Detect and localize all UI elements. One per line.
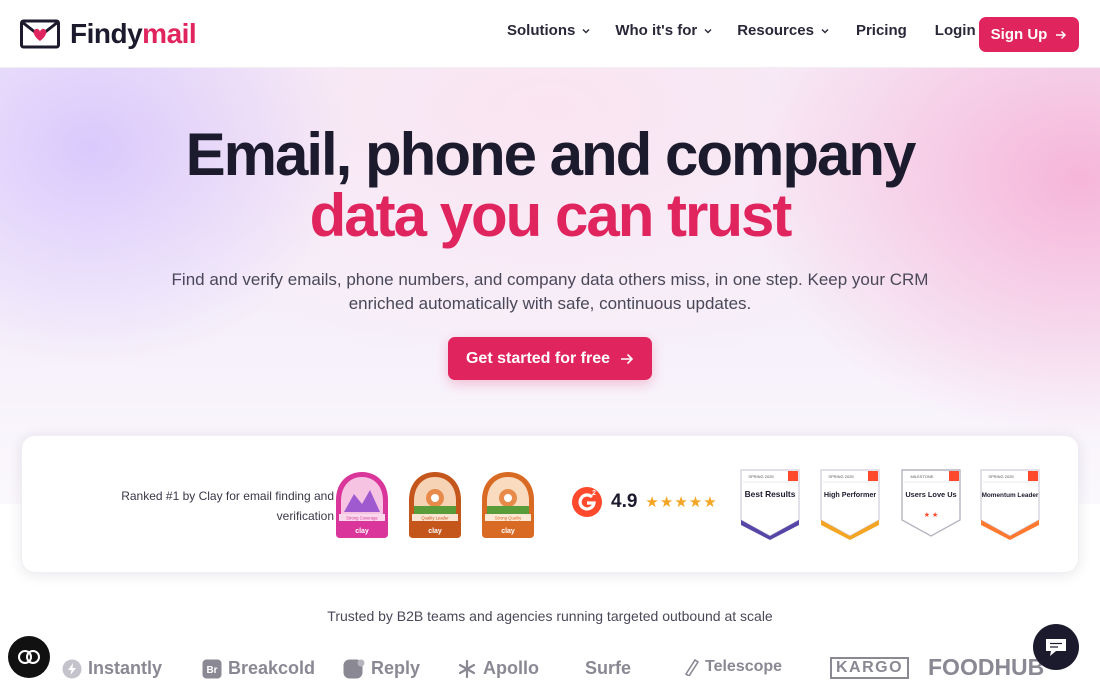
envelope-heart-icon [20, 19, 60, 49]
hero-title-line1: Email, phone and company [185, 121, 917, 188]
logo[interactable]: Findymail [20, 18, 197, 50]
chevron-down-icon [821, 28, 829, 33]
clay-badge-label: Strong Coverage [346, 516, 378, 521]
g2-badge-season: SPRING 2025 [828, 474, 854, 479]
g2-rating: 2 4.9 ★★★★★ [571, 486, 718, 518]
main-nav: Solutions Who it's for Resources Pricing… [507, 22, 976, 39]
brand-breakcold: Br Breakcold [202, 658, 315, 679]
hero-title-line2: data you can trust [309, 182, 793, 249]
accessibility-icon [18, 650, 40, 664]
brand-kargo: KARGO [830, 657, 910, 679]
signup-label: Sign Up [990, 26, 1048, 43]
brand-name: Apollo [483, 658, 539, 678]
site-header: Findymail Solutions Who it's for Resourc… [0, 0, 1100, 68]
g2-badge-users-love-us: MILESTONE Users Love Us ★ ★ [901, 469, 961, 537]
brand-name: FOODHUB [928, 654, 1045, 680]
chevron-down-icon [582, 28, 590, 33]
g2-badge-momentum-leader: SPRING 2025 Momentum Leader [980, 469, 1040, 540]
ranking-text: Ranked #1 by Clay for email finding and … [121, 489, 334, 523]
nav-solutions[interactable]: Solutions [507, 22, 591, 39]
brand-reply: Reply [343, 658, 420, 679]
logo-text-accent: mail [142, 18, 197, 49]
hero-subtitle: Find and verify emails, phone numbers, a… [171, 270, 929, 313]
nav-who-its-for-label: Who it's for [615, 22, 698, 39]
brand-name: Surfe [585, 658, 632, 678]
ranking-card: Ranked #1 by Clay for email finding and … [21, 435, 1079, 573]
g2-badge-title: Best Results [745, 489, 796, 499]
brand-name: Reply [371, 658, 421, 678]
g2-badge-high-performer: SPRING 2025 High Performer [820, 469, 880, 540]
bubble-icon [343, 659, 365, 678]
nav-login[interactable]: Login [935, 22, 976, 39]
chevron-down-icon [704, 28, 712, 33]
g2-badge-title: Momentum Leader [982, 492, 1039, 499]
nav-login-label: Login [934, 22, 976, 39]
brand-logos: Instantly Br Breakcold Reply Apollo Surf… [0, 652, 1100, 687]
nav-resources[interactable]: Resources [737, 22, 830, 39]
brand-name: Instantly [88, 658, 163, 678]
signup-button[interactable]: Sign Up [979, 17, 1079, 52]
g2-badge-title: Users Love Us [905, 490, 956, 499]
chat-button[interactable] [1033, 624, 1079, 670]
chat-icon [1046, 639, 1066, 656]
clay-badge-brand: clay [428, 528, 442, 535]
arrow-right-icon [621, 353, 634, 364]
g2-badge-season: SPRING 2025 [748, 474, 774, 479]
brand-telescope: Telescope [683, 658, 782, 676]
nav-pricing[interactable]: Pricing [856, 22, 907, 39]
g2-badge-best-results: SPRING 2025 Best Results [740, 469, 800, 540]
clay-badge-strong-coverage: Strong Coverage clay [336, 472, 388, 538]
brand-name: KARGO [836, 659, 904, 676]
brand-name: Breakcold [228, 658, 316, 678]
arrow-right-icon [1056, 30, 1067, 39]
g2-rating-value: 4.9 [611, 491, 638, 512]
svg-text:Br: Br [206, 665, 217, 676]
brand-instantly: Instantly [62, 658, 162, 679]
brand-name: Telescope [705, 658, 783, 675]
get-started-button[interactable]: Get started for free [448, 337, 652, 380]
logo-text-main: Findy [70, 18, 143, 49]
clay-badge-brand: clay [355, 528, 369, 535]
clay-badge-label: Strong Quality [495, 516, 522, 521]
g2-badge-title: High Performer [824, 490, 877, 499]
nav-solutions-label: Solutions [507, 22, 576, 39]
svg-text:2: 2 [592, 490, 596, 497]
clay-badge-strong-quality: Strong Quality clay [482, 472, 534, 538]
g2-badge-season: SPRING 2025 [988, 474, 1014, 479]
g2-logo-icon: 2 [572, 487, 602, 517]
svg-text:★ ★: ★ ★ [924, 511, 939, 519]
asterisk-icon [458, 659, 476, 678]
brand-surfe: Surfe [585, 658, 631, 679]
brand-foodhub: FOODHUB [928, 654, 1044, 681]
clay-badge-label: Quality Leader [421, 516, 449, 521]
bolt-icon [62, 659, 82, 678]
nav-who-its-for[interactable]: Who it's for [615, 22, 713, 39]
g2-badge-season: MILESTONE [910, 474, 933, 479]
rating-stars: ★★★★★ [645, 494, 718, 511]
br-icon: Br [202, 659, 222, 678]
telescope-icon [684, 658, 699, 676]
accessibility-button[interactable] [8, 636, 50, 678]
nav-pricing-label: Pricing [855, 22, 907, 39]
clay-badge-brand: clay [501, 528, 515, 535]
logo-text: Findymail [70, 18, 197, 50]
get-started-label: Get started for free [465, 349, 611, 367]
clay-badge-quality-leader: Quality Leader clay [409, 472, 461, 538]
nav-resources-label: Resources [737, 22, 814, 39]
brand-apollo: Apollo [457, 658, 539, 679]
trusted-text: Trusted by B2B teams and agencies runnin… [327, 608, 773, 624]
